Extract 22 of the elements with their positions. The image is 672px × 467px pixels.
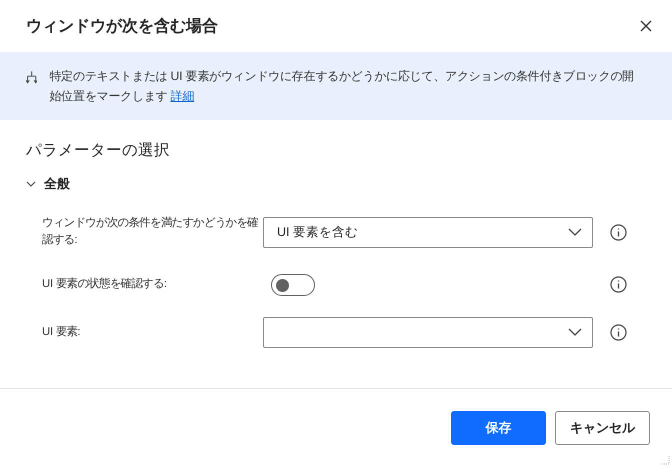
group-header[interactable]: 全般 <box>26 175 70 193</box>
branch-icon <box>26 69 38 85</box>
parameter-label: ウィンドウが次の条件を満たすかどうかを確認する: <box>42 216 260 248</box>
info-icon[interactable] <box>610 224 627 240</box>
info-icon[interactable] <box>610 276 627 293</box>
info-text: 特定のテキストまたは UI 要素がウィンドウに存在するかどうかに応じて、アクションの条件付きブロックの開始位置をマークします 詳細 <box>49 68 635 105</box>
section-title: パラメーターの選択 <box>26 141 171 161</box>
chevron-down-icon <box>568 228 582 236</box>
save-button[interactable]: 保存 <box>451 411 546 445</box>
dropdown-field[interactable] <box>263 316 593 348</box>
toggle-switch[interactable] <box>271 274 315 296</box>
chevron-icon <box>26 181 36 187</box>
details-link[interactable]: 詳細 <box>170 89 194 103</box>
dialog-title: ウィンドウが次を含む場合 <box>26 16 218 36</box>
dropdown-field[interactable]: UI 要素を含む <box>263 216 593 248</box>
close-button[interactable] <box>638 18 654 34</box>
cancel-button[interactable]: キャンセル <box>555 411 650 445</box>
resize-grip-icon[interactable] <box>660 455 670 465</box>
chevron-down-icon <box>568 328 582 336</box>
parameter-label: UI 要素: <box>42 324 82 340</box>
parameter-label: UI 要素の状態を確認する: <box>42 276 168 292</box>
info-icon[interactable] <box>610 324 627 340</box>
